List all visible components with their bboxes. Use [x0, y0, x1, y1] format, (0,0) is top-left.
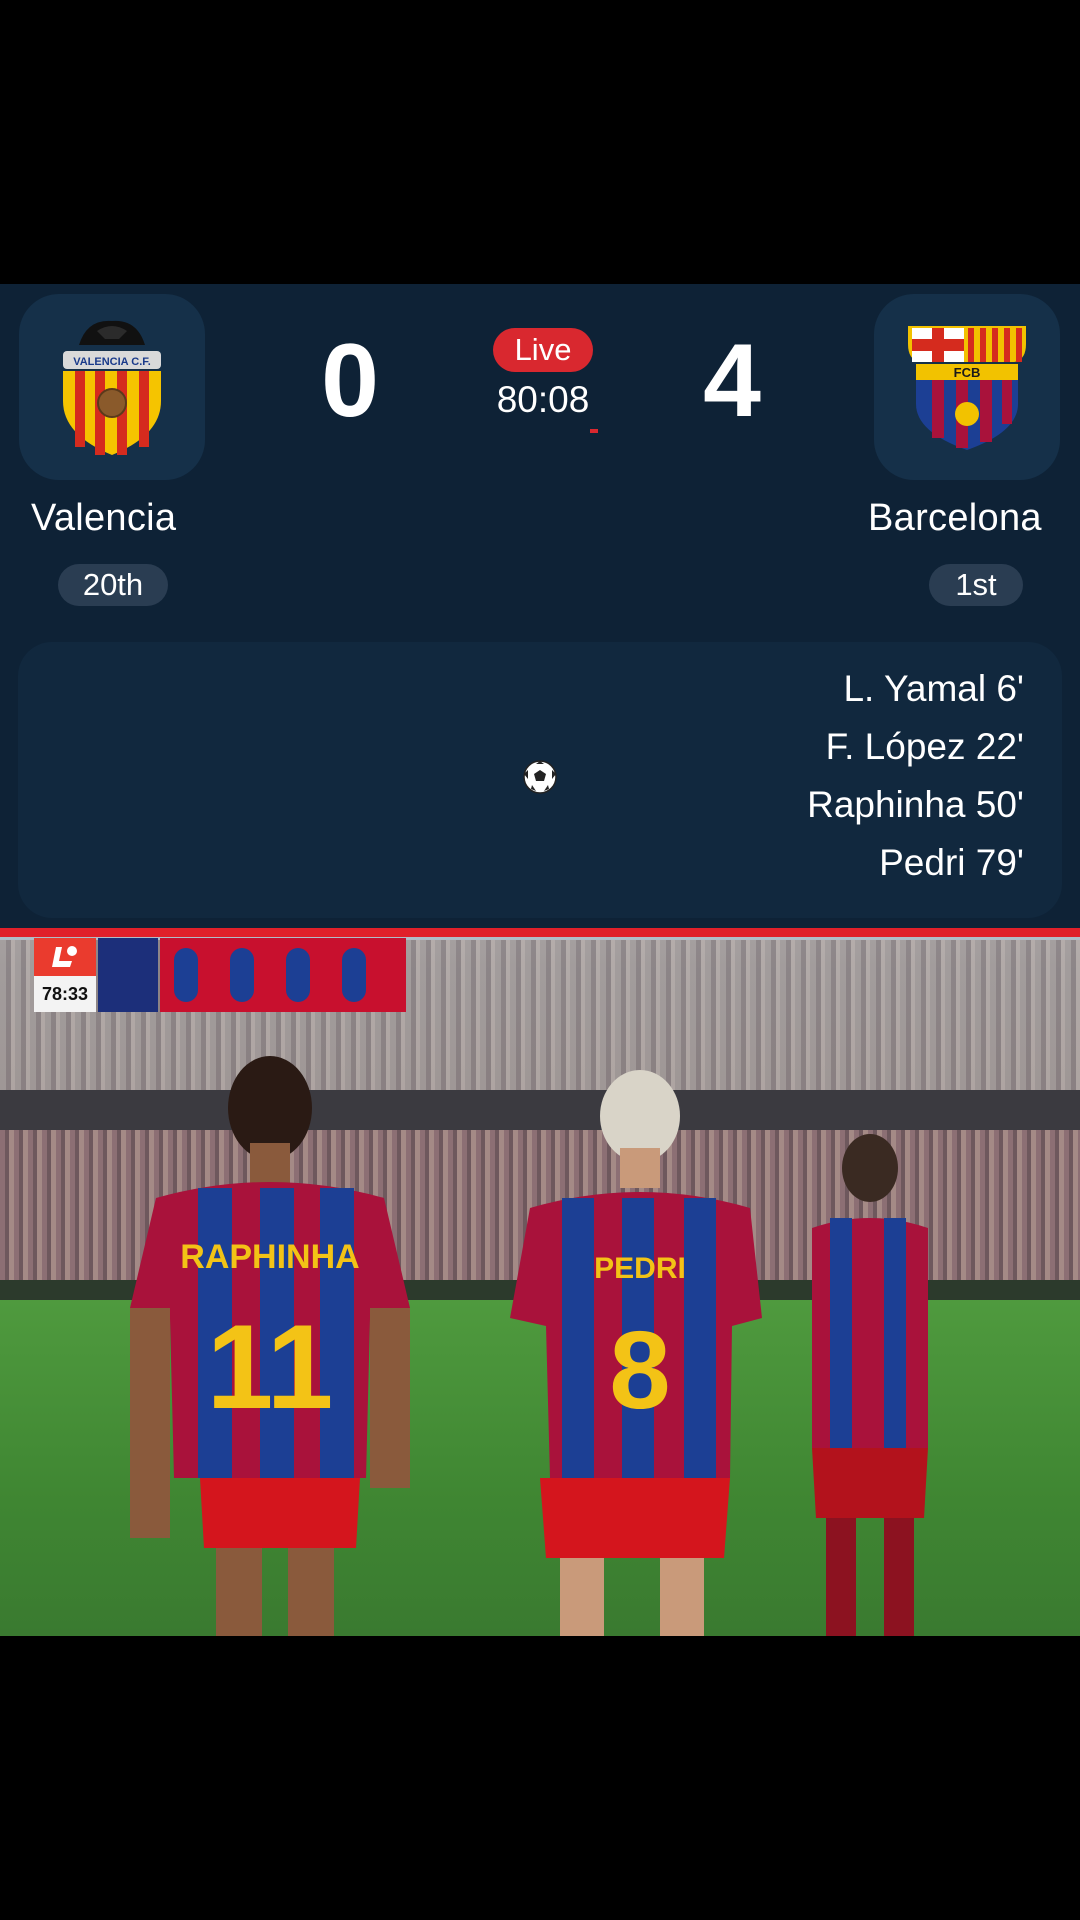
broadcast-clock: 78:33 — [34, 976, 96, 1012]
away-scorer-2: F. López 22' — [825, 726, 1024, 767]
match-clock: 80:08 — [496, 379, 590, 420]
laliga-logo-icon — [34, 938, 96, 976]
home-team-rank: 20th — [58, 564, 168, 606]
away-score: 4 — [703, 323, 761, 439]
away-team-rank: 1st — [929, 564, 1023, 606]
home-score: 0 — [321, 323, 379, 439]
barcelona-crest-text: FCB — [954, 365, 981, 380]
player-number-raphinha: 11 — [207, 1300, 334, 1434]
player-pedri: PEDRI 8 — [510, 1070, 762, 1636]
player-right — [812, 1134, 928, 1636]
player-name-pedri: PEDRI — [594, 1252, 686, 1285]
valencia-crest-icon: VALENCIA C.F. — [63, 320, 161, 455]
broadcast-team-crest — [98, 938, 158, 1012]
away-scorer-1: L. Yamal 6' — [843, 668, 1024, 709]
match-score-card[interactable]: VALENCIA C.F. Valencia 20th 0 Live 80:08… — [0, 284, 1080, 928]
away-scorer-4: Pedri 79' — [879, 842, 1024, 883]
home-team-logo[interactable]: VALENCIA C.F. — [19, 294, 205, 480]
soccer-ball-icon — [523, 760, 557, 794]
clock-indicator — [590, 429, 598, 433]
live-status-badge: Live — [493, 328, 593, 372]
broadcast-top-bar — [0, 928, 1080, 937]
broadcast-score-strip — [160, 938, 406, 1012]
goal-scorers-panel[interactable]: L. Yamal 6' F. López 22' Raphinha 50' Pe… — [18, 642, 1062, 918]
home-team-name[interactable]: Valencia — [31, 497, 176, 540]
valencia-crest-text: VALENCIA C.F. — [73, 356, 151, 368]
player-name-raphinha: RAPHINHA — [180, 1238, 359, 1276]
barcelona-crest-icon: FCB — [908, 326, 1026, 450]
player-number-pedri: 8 — [609, 1309, 670, 1432]
away-scorer-3: Raphinha 50' — [807, 784, 1024, 825]
away-team-logo[interactable]: FCB — [874, 294, 1060, 480]
away-team-name[interactable]: Barcelona — [868, 497, 1042, 540]
player-raphinha: RAPHINHA 11 — [130, 1056, 410, 1636]
video-player[interactable]: RAPHINHA 11 PEDRI 8 78:33 — [0, 928, 1080, 1636]
